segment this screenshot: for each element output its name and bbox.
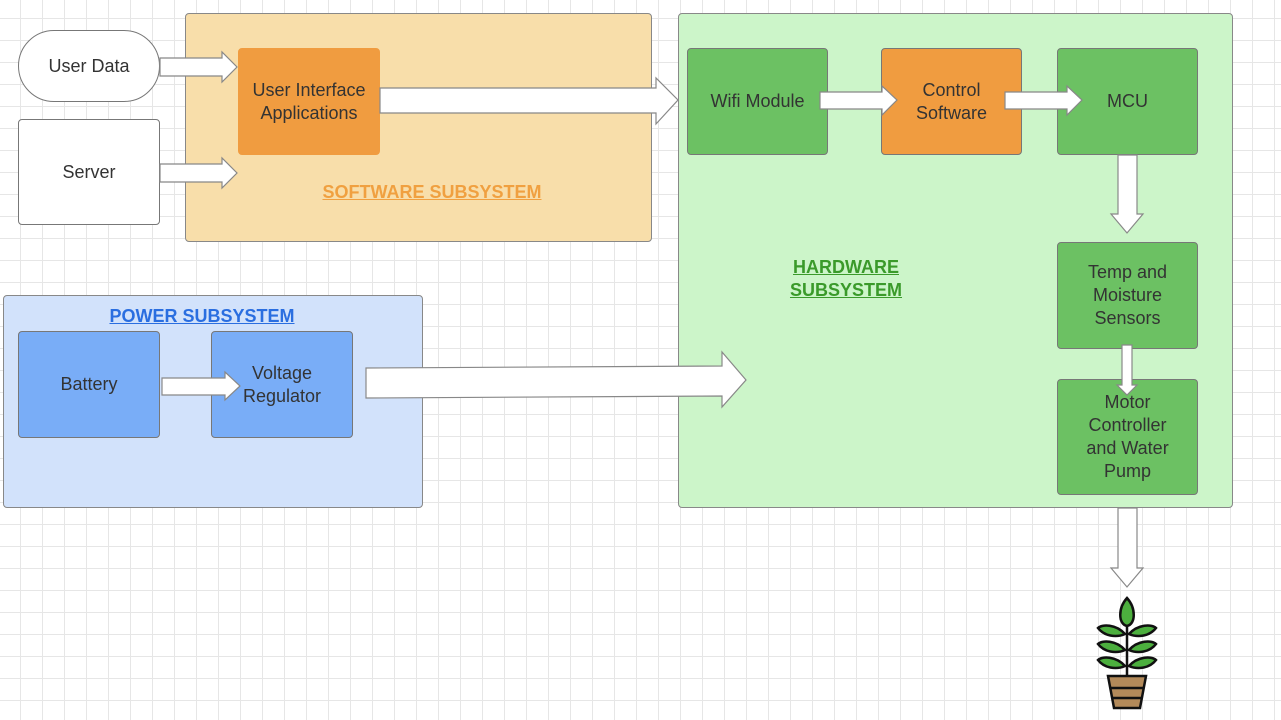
arrow-wifi-to-control <box>819 84 898 117</box>
potted-plant-icon <box>1096 596 1158 710</box>
arrow-userdata-to-ui <box>159 50 238 84</box>
arrow-mcu-to-sensors <box>1109 154 1145 234</box>
arrow-ui-to-wifi <box>379 76 679 126</box>
connector-arrows <box>159 50 1145 588</box>
arrow-battery-to-regulator <box>161 370 241 402</box>
arrow-control-to-mcu <box>1004 84 1083 117</box>
arrow-server-to-ui <box>159 156 238 190</box>
arrow-power-to-hardware <box>365 350 747 409</box>
arrow-motor-to-plant <box>1109 507 1145 588</box>
arrow-sensors-to-motor <box>1115 344 1139 396</box>
